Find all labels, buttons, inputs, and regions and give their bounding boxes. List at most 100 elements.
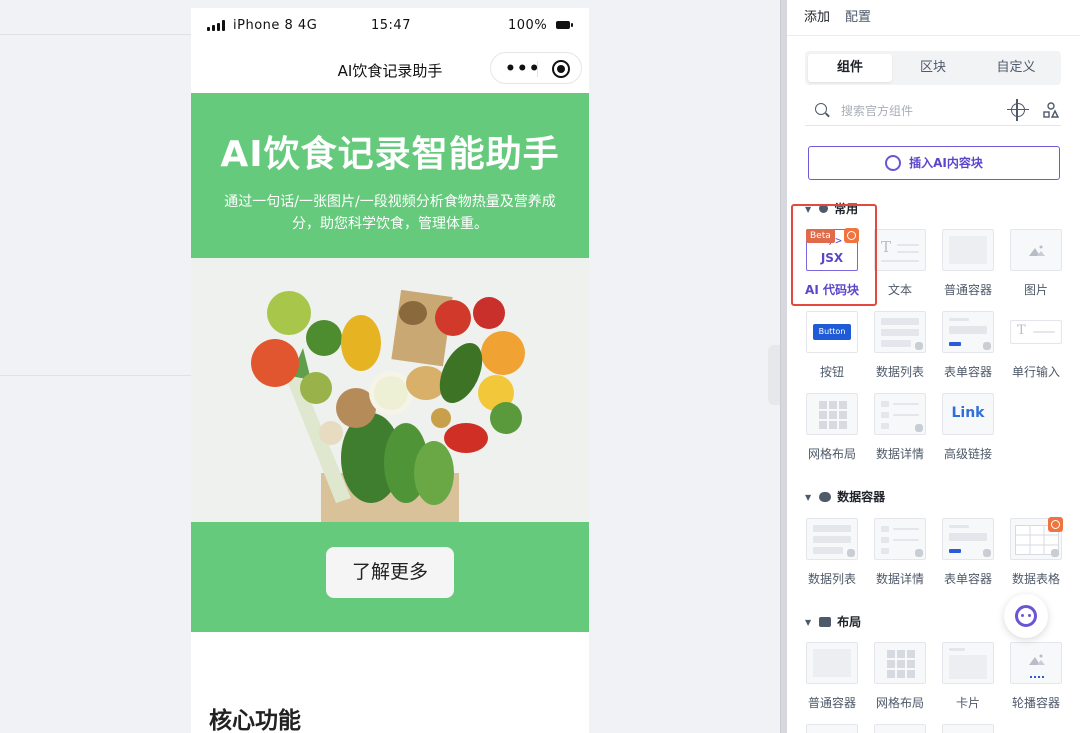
search-input[interactable]: 搜索官方组件 xyxy=(841,102,913,119)
database-icon xyxy=(915,342,923,350)
collapse-caret-icon: ▼ xyxy=(805,493,812,502)
search-icon xyxy=(815,103,827,115)
editor-canvas: iPhone 8 4G 15:47 100% AI饮食记录助手 ••• AI饮食… xyxy=(0,0,780,733)
component-label: 普通容器 xyxy=(943,283,992,297)
collapse-caret-icon: ▼ xyxy=(805,618,812,627)
database-icon xyxy=(1051,549,1059,557)
status-bar: iPhone 8 4G 15:47 100% xyxy=(191,8,589,44)
component-form-container[interactable]: 表单容器 xyxy=(937,518,999,587)
database-icon xyxy=(983,342,991,350)
vegetables-image[interactable] xyxy=(191,258,589,522)
section-header-layout[interactable]: ▼ 布局 xyxy=(805,613,861,630)
component-label: 网格布局 xyxy=(807,447,856,461)
hero-subtitle: 通过一句话/一张图片/一段视频分析食物热量及营养成分，助您科学饮食，管理体重。 xyxy=(224,194,556,232)
category-segmented-control: 组件 区块 自定义 xyxy=(805,51,1061,85)
signal-icon xyxy=(207,20,225,31)
component-search: 搜索官方组件 xyxy=(805,94,1061,126)
hero-title: AI饮食记录智能助手 xyxy=(220,134,560,175)
component-grid-layout[interactable]: 网格布局 xyxy=(801,393,863,462)
database-icon xyxy=(847,549,855,557)
tab-add[interactable]: 添加 xyxy=(804,6,830,25)
beta-badge: Beta xyxy=(806,229,835,243)
database-icon xyxy=(983,549,991,557)
component-label: 单行输入 xyxy=(1011,365,1060,379)
ai-assistant-float-button[interactable] xyxy=(1004,594,1048,638)
component-label: 轮播容器 xyxy=(1011,696,1060,710)
component-label: 表单容器 xyxy=(943,365,992,379)
database-icon xyxy=(819,491,832,502)
locate-icon[interactable] xyxy=(1007,99,1029,121)
component-image[interactable]: 图片 xyxy=(1005,229,1067,298)
component-container[interactable]: 普通容器 xyxy=(937,229,999,298)
premium-badge-icon xyxy=(1048,517,1063,532)
button-preview: Button xyxy=(813,324,851,340)
component-grid-layout[interactable]: 网格布局 xyxy=(869,642,931,711)
grid-icon xyxy=(887,650,915,678)
segment-components[interactable]: 组件 xyxy=(808,54,892,82)
database-icon xyxy=(915,549,923,557)
panel-divider[interactable] xyxy=(780,0,787,733)
carousel-dots xyxy=(1030,676,1044,678)
insert-ai-block-button[interactable]: 插入AI内容块 xyxy=(808,146,1060,180)
component-data-list[interactable]: 数据列表 xyxy=(869,311,931,380)
image-icon xyxy=(1029,654,1045,665)
component-data-list[interactable]: 数据列表 xyxy=(801,518,863,587)
battery-percent: 100% xyxy=(508,18,548,33)
capsule-menu[interactable]: ••• xyxy=(490,52,582,84)
section-header-data-container[interactable]: ▼ 数据容器 xyxy=(805,488,885,505)
segment-custom[interactable]: 自定义 xyxy=(974,54,1058,82)
mini-program-navbar: AI饮食记录助手 ••• xyxy=(191,44,589,93)
component-label: 数据详情 xyxy=(875,572,924,586)
component-card[interactable]: 卡片 xyxy=(937,642,999,711)
guide-line xyxy=(0,375,191,376)
ai-bot-icon xyxy=(885,154,902,171)
component-container[interactable]: 普通容器 xyxy=(801,642,863,711)
shapes-icon[interactable] xyxy=(1043,102,1059,118)
image-icon xyxy=(1029,245,1045,256)
phone-preview: iPhone 8 4G 15:47 100% AI饮食记录助手 ••• AI饮食… xyxy=(191,8,589,733)
ai-bot-icon xyxy=(1015,605,1037,627)
component-data-table[interactable]: 数据表格 xyxy=(1005,517,1067,587)
text-icon: T xyxy=(1017,323,1026,338)
component-form-container[interactable]: 表单容器 xyxy=(937,311,999,380)
more-dots-icon[interactable]: ••• xyxy=(505,59,541,79)
grid-icon xyxy=(819,401,847,429)
layout-icon xyxy=(819,616,832,627)
close-target-icon[interactable] xyxy=(552,60,570,78)
component-data-detail[interactable]: 数据详情 xyxy=(869,518,931,587)
panel-tabs: 添加 配置 xyxy=(787,0,1080,36)
component-label: 数据列表 xyxy=(875,365,924,379)
component-carousel[interactable]: 轮播容器 xyxy=(1005,642,1067,711)
cta-section: 了解更多 xyxy=(191,522,589,632)
text-icon: T xyxy=(881,238,892,256)
component-label: 数据列表 xyxy=(807,572,856,586)
component-label: 卡片 xyxy=(955,696,980,710)
database-icon xyxy=(915,424,923,432)
highlight-box xyxy=(791,204,877,306)
panel-drag-handle[interactable] xyxy=(768,345,780,405)
link-preview: Link xyxy=(951,405,985,421)
component-label: 普通容器 xyxy=(807,696,856,710)
component-advanced-link[interactable]: Link 高级链接 xyxy=(937,393,999,462)
section-title: 核心功能 xyxy=(209,708,301,733)
component-label: 图片 xyxy=(1023,283,1048,297)
component-label: 文本 xyxy=(887,283,912,297)
carrier-label: iPhone 8 4G xyxy=(233,18,318,33)
segment-blocks[interactable]: 区块 xyxy=(891,54,975,82)
component-label: 数据表格 xyxy=(1011,572,1060,586)
component-text[interactable]: T 文本 xyxy=(869,229,931,298)
hero-banner[interactable]: AI饮食记录智能助手 通过一句话/一张图片/一段视频分析食物热量及营养成分，助您… xyxy=(191,93,589,258)
component-button[interactable]: Button 按钮 xyxy=(801,311,863,380)
component-single-line-input[interactable]: T 单行输入 xyxy=(1005,311,1067,380)
component-data-detail[interactable]: 数据详情 xyxy=(869,393,931,462)
component-label: 网格布局 xyxy=(875,696,924,710)
status-time: 15:47 xyxy=(371,18,411,33)
tab-config[interactable]: 配置 xyxy=(845,6,871,25)
guide-line xyxy=(0,34,191,35)
component-label: 高级链接 xyxy=(943,447,992,461)
learn-more-button[interactable]: 了解更多 xyxy=(326,547,454,598)
component-label: 数据详情 xyxy=(875,447,924,461)
component-label: 按钮 xyxy=(819,365,844,379)
component-label: 表单容器 xyxy=(943,572,992,586)
battery-icon xyxy=(556,21,573,29)
